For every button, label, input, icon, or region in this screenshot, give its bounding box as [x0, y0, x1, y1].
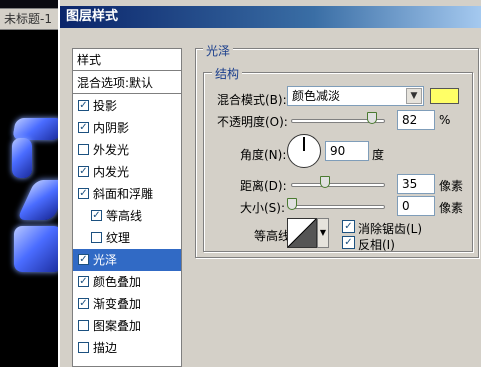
opacity-unit: %: [439, 113, 451, 127]
distance-unit: 像素: [439, 179, 464, 193]
style-item-label: 外发光: [93, 143, 130, 157]
size-label: 大小(S):: [240, 201, 286, 215]
angle-unit: 度: [372, 148, 385, 162]
style-item[interactable]: ✓ 内阴影: [73, 117, 181, 139]
size-slider-track[interactable]: [291, 205, 385, 209]
antialias-checkbox[interactable]: ✓: [342, 220, 355, 233]
size-unit: 像素: [439, 201, 464, 215]
angle-label: 角度(N):: [240, 148, 287, 162]
style-item[interactable]: ✓ 等高线: [73, 205, 181, 227]
satin-section-title: 光泽: [203, 42, 234, 59]
style-item-checkbox[interactable]: [78, 144, 89, 155]
style-item-label: 渐变叠加: [93, 297, 142, 311]
structure-group-title: 结构: [212, 65, 243, 82]
blend-mode-value: 颜色减淡: [292, 89, 341, 103]
style-item-checkbox[interactable]: ✓: [78, 276, 89, 287]
style-item-checkbox[interactable]: ✓: [78, 122, 89, 133]
style-item[interactable]: 纹理: [73, 227, 181, 249]
style-item[interactable]: ✓ 渐变叠加: [73, 293, 181, 315]
distance-slider-track[interactable]: [291, 183, 385, 187]
layer-style-dialog: 图层样式 样式 混合选项:默认 ✓ 投影 ✓ 内阴影外发光 ✓ 内发光 ✓ 斜面和浮雕 ✓ 等高线…: [58, 0, 481, 367]
style-item[interactable]: ✓ 斜面和浮雕: [73, 183, 181, 205]
size-input[interactable]: 0: [397, 196, 435, 216]
style-item-checkbox[interactable]: [91, 232, 102, 243]
invert-checkbox[interactable]: ✓: [342, 236, 355, 249]
style-item[interactable]: 图案叠加: [73, 315, 181, 337]
style-item-label: 图案叠加: [93, 319, 142, 333]
opacity-slider-thumb[interactable]: [367, 112, 377, 124]
style-item-label: 内发光: [93, 165, 130, 179]
style-item-label: 内阴影: [93, 121, 130, 135]
canvas-glyph-bottom: [14, 226, 60, 272]
invert-label: 反相(I): [358, 238, 395, 252]
style-item-checkbox[interactable]: [78, 320, 89, 331]
style-item-checkbox[interactable]: ✓: [78, 298, 89, 309]
style-item-checkbox[interactable]: ✓: [91, 210, 102, 221]
style-item-checkbox[interactable]: ✓: [78, 100, 89, 111]
blend-options-item[interactable]: 混合选项:默认: [73, 72, 181, 94]
style-item-checkbox[interactable]: ✓: [78, 188, 89, 199]
distance-input[interactable]: 35: [397, 174, 435, 194]
style-item[interactable]: ✓ 颜色叠加: [73, 271, 181, 293]
style-item-label: 斜面和浮雕: [93, 187, 154, 201]
dialog-title: 图层样式: [60, 6, 481, 28]
style-item[interactable]: ✓ 投影: [73, 95, 181, 117]
style-item[interactable]: 外发光: [73, 139, 181, 161]
style-item[interactable]: ✓ 光泽: [73, 249, 181, 271]
style-item-label: 投影: [93, 99, 118, 113]
canvas-glyph-top: [12, 118, 60, 140]
contour-dropdown-button[interactable]: ▼: [317, 218, 329, 248]
style-item[interactable]: ✓ 内发光: [73, 161, 181, 183]
document-tab[interactable]: 未标题-1: [0, 8, 62, 30]
opacity-input[interactable]: 82: [397, 110, 435, 130]
document-canvas: [0, 30, 60, 367]
style-item-checkbox[interactable]: ✓: [78, 254, 89, 265]
blend-mode-label: 混合模式(B):: [217, 93, 287, 107]
style-item-label: 纹理: [106, 231, 131, 245]
chevron-down-icon[interactable]: ▼: [406, 88, 422, 104]
distance-label: 距离(D):: [240, 179, 287, 193]
style-item-label: 描边: [93, 341, 118, 355]
style-list-header[interactable]: 样式: [73, 49, 181, 71]
style-item-label: 颜色叠加: [93, 275, 142, 289]
style-item-checkbox[interactable]: [78, 342, 89, 353]
style-list: 样式 混合选项:默认 ✓ 投影 ✓ 内阴影外发光 ✓ 内发光 ✓ 斜面和浮雕 ✓ 等高线纹理 ✓ 光泽…: [72, 48, 182, 367]
chevron-down-icon: ▼: [319, 228, 327, 237]
blend-mode-select[interactable]: 颜色减淡 ▼: [287, 86, 424, 106]
contour-preview[interactable]: [287, 218, 317, 248]
angle-dial[interactable]: [287, 134, 321, 168]
angle-input[interactable]: 90: [325, 141, 369, 161]
contour-curve-icon: [288, 219, 316, 247]
distance-slider-thumb[interactable]: [320, 176, 330, 188]
canvas-glyph-diagonal: [16, 180, 60, 220]
style-item-label: 等高线: [106, 209, 143, 223]
canvas-glyph-left: [12, 138, 32, 178]
opacity-label: 不透明度(O):: [217, 115, 288, 129]
style-item-label: 光泽: [93, 253, 118, 267]
antialias-label: 消除锯齿(L): [358, 222, 423, 236]
style-item-checkbox[interactable]: ✓: [78, 166, 89, 177]
style-item[interactable]: 描边: [73, 337, 181, 359]
angle-dial-needle: [303, 137, 305, 151]
size-slider-thumb[interactable]: [287, 198, 297, 210]
satin-color-swatch[interactable]: [430, 88, 459, 104]
